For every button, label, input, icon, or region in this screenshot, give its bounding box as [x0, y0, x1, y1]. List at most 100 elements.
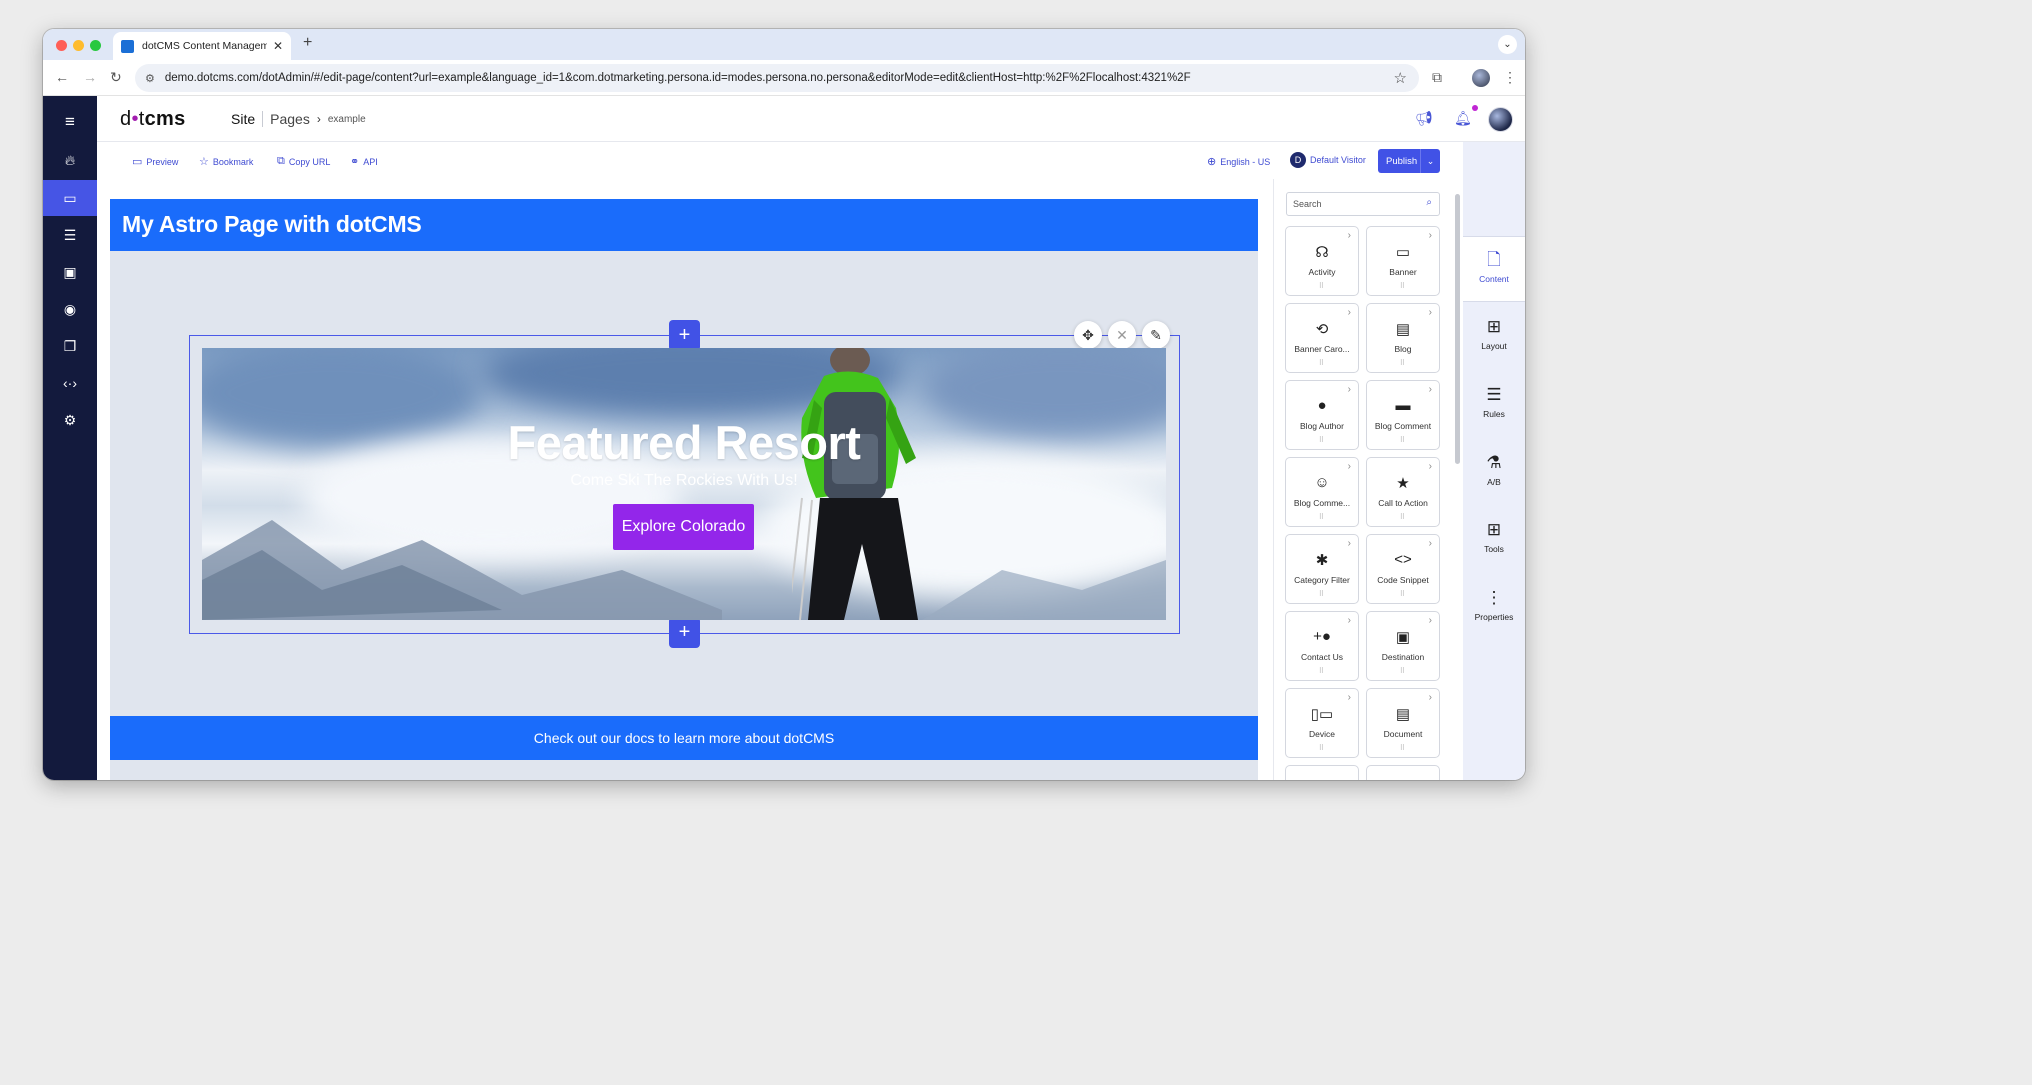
chevron-right-icon[interactable]: › [1429, 461, 1432, 472]
publish-button[interactable]: Publish ⌄ [1378, 149, 1440, 173]
dotcms-logo[interactable]: d•tcms [120, 108, 186, 131]
content-type-card[interactable]: ⟲ › Banner Caro... ⠿ [1285, 303, 1359, 373]
palette-search-input[interactable]: Search ⌕ [1286, 192, 1440, 216]
drag-handle-icon[interactable]: ⠿ [1367, 436, 1439, 444]
chevron-right-icon[interactable]: › [1348, 384, 1351, 395]
content-type-card[interactable]: ▣ › Destination ⠿ [1366, 611, 1440, 681]
footer-docs-text[interactable]: Check out our docs to learn more about d… [110, 730, 1258, 746]
drag-handle-icon[interactable]: ⠿ [1286, 359, 1358, 367]
persona-selector[interactable]: D Default Visitor [1290, 152, 1366, 168]
announcements-megaphone-icon[interactable]: 📢︎ [1415, 110, 1433, 127]
nav-media-icon[interactable]: ▣ [43, 254, 97, 290]
palette-scrollbar[interactable] [1455, 194, 1460, 464]
add-content-below-button[interactable]: + [669, 617, 700, 648]
drag-handle-icon[interactable]: ⠿ [1367, 359, 1439, 367]
chevron-right-icon[interactable]: › [1348, 615, 1351, 626]
bookmark-button[interactable]: ☆ Bookmark [199, 155, 253, 168]
chevron-right-icon[interactable]: › [1429, 615, 1432, 626]
minimize-window-button[interactable] [73, 40, 84, 51]
content-type-card[interactable]: ▭ › Banner ⠿ [1366, 226, 1440, 296]
chevron-right-icon[interactable]: › [1429, 692, 1432, 703]
new-tab-icon[interactable]: + [303, 34, 312, 52]
content-type-card[interactable]: ☊ › Activity ⠿ [1285, 226, 1359, 296]
close-tab-icon[interactable]: ✕ [273, 39, 283, 53]
extensions-icon[interactable]: ⧉ [1432, 69, 1442, 86]
maximize-window-button[interactable] [90, 40, 101, 51]
nav-pages-folder-icon[interactable]: ▭ [43, 180, 97, 216]
explore-colorado-button[interactable]: Explore Colorado [613, 504, 754, 550]
content-type-card[interactable]: +● › Contact Us ⠿ [1285, 611, 1359, 681]
chevron-right-icon[interactable]: › [1348, 230, 1351, 241]
browser-tab[interactable]: dotCMS Content Managemen ✕ [113, 32, 291, 60]
nav-dev-tools-icon[interactable]: ‹·› [43, 365, 97, 401]
delete-contentlet-icon[interactable]: ✕ [1108, 321, 1136, 349]
browser-menu-icon[interactable]: ⋮ [1503, 69, 1517, 86]
tab-search-icon[interactable]: ⌄ [1498, 35, 1517, 54]
drag-handle-icon[interactable]: ⠿ [1286, 513, 1358, 521]
add-content-above-button[interactable]: + [669, 320, 700, 351]
nav-marketing-icon[interactable]: ◉ [43, 291, 97, 327]
content-type-card[interactable]: ★ › Call to Action ⠿ [1366, 457, 1440, 527]
drag-handle-icon[interactable]: ⠿ [1286, 436, 1358, 444]
back-icon[interactable]: ← [55, 70, 69, 84]
user-avatar[interactable] [1488, 107, 1513, 132]
drag-handle-icon[interactable]: ⠿ [1367, 667, 1439, 675]
content-type-card[interactable] [1366, 765, 1440, 780]
hamburger-menu-icon[interactable]: ≡ [43, 104, 97, 140]
drag-handle-icon[interactable]: ⠿ [1286, 667, 1358, 675]
chevron-right-icon[interactable]: › [1429, 230, 1432, 241]
profile-avatar[interactable] [1472, 69, 1490, 87]
chevron-right-icon[interactable]: › [1429, 307, 1432, 318]
content-type-card[interactable]: ▤ › Document ⠿ [1366, 688, 1440, 758]
chevron-right-icon[interactable]: › [1429, 384, 1432, 395]
drag-handle-icon[interactable]: ⠿ [1286, 590, 1358, 598]
nav-settings-gear-icon[interactable]: ⚙ [43, 402, 97, 438]
forward-icon[interactable]: → [83, 70, 97, 84]
publish-chevron-down-icon[interactable]: ⌄ [1420, 149, 1440, 173]
language-selector[interactable]: ⊕ English - US [1207, 155, 1270, 168]
content-type-card[interactable]: <> › Code Snippet ⠿ [1366, 534, 1440, 604]
content-type-card[interactable]: ✱ › Category Filter ⠿ [1285, 534, 1359, 604]
notifications-bell-icon[interactable]: 🔔︎ [1454, 110, 1472, 127]
chevron-right-icon[interactable]: › [1348, 461, 1351, 472]
content-type-card[interactable]: ● › Blog Author ⠿ [1285, 380, 1359, 450]
content-type-card[interactable]: ▬ › Blog Comment ⠿ [1366, 380, 1440, 450]
drag-handle-icon[interactable]: ⠿ [1367, 513, 1439, 521]
url-field[interactable]: ⚙ demo.dotcms.com/dotAdmin/#/edit-page/c… [135, 64, 1419, 92]
sidebar-item-a-b[interactable]: ⚗ A/B [1463, 440, 1525, 506]
drag-handle-icon[interactable]: ⠿ [1367, 282, 1439, 290]
reload-icon[interactable]: ↻ [110, 70, 122, 84]
breadcrumb-site[interactable]: Site [231, 111, 255, 127]
preview-button[interactable]: ▭ Preview [132, 155, 178, 168]
drag-handle-icon[interactable]: ⠿ [1286, 744, 1358, 752]
close-window-button[interactable] [56, 40, 67, 51]
nav-documents-icon[interactable]: ❐ [43, 328, 97, 364]
nav-site-icon[interactable]: 🔥︎ [43, 142, 97, 178]
content-type-card[interactable]: ▤ › Blog ⠿ [1366, 303, 1440, 373]
chevron-right-icon[interactable]: › [1429, 538, 1432, 549]
drag-handle-icon[interactable]: ⠿ [1286, 282, 1358, 290]
copy-url-button[interactable]: ⧉ Copy URL [277, 155, 330, 168]
sidebar-item-layout[interactable]: ⊞ Layout [1463, 304, 1525, 370]
breadcrumb-pages[interactable]: Pages [270, 111, 310, 127]
content-type-card[interactable] [1285, 765, 1359, 780]
drag-handle-icon[interactable]: ⠿ [1367, 590, 1439, 598]
chevron-right-icon[interactable]: › [1348, 307, 1351, 318]
drag-move-icon[interactable]: ✥ [1074, 321, 1102, 349]
logo-d: d [120, 108, 132, 130]
content-type-card[interactable]: ▯▭ › Device ⠿ [1285, 688, 1359, 758]
site-info-icon[interactable]: ⚙ [145, 72, 155, 85]
content-type-card[interactable]: ☺ › Blog Comme... ⠿ [1285, 457, 1359, 527]
drag-handle-icon[interactable]: ⠿ [1367, 744, 1439, 752]
chevron-right-icon[interactable]: › [1348, 538, 1351, 549]
bookmark-star-icon[interactable]: ☆ [1394, 69, 1407, 87]
sidebar-item-tools[interactable]: ⊞ Tools [1463, 507, 1525, 573]
nav-content-icon[interactable]: ☰ [43, 217, 97, 253]
sidebar-item-rules[interactable]: ☰ Rules [1463, 372, 1525, 438]
api-button[interactable]: ⚭ API [350, 155, 378, 168]
sidebar-item-properties[interactable]: ⋮ Properties [1463, 575, 1525, 641]
add-person-icon: +● [1313, 628, 1331, 645]
sidebar-item-content[interactable]: 🗋 Content [1463, 236, 1525, 302]
edit-pencil-icon[interactable]: ✎ [1142, 321, 1170, 349]
chevron-right-icon[interactable]: › [1348, 692, 1351, 703]
